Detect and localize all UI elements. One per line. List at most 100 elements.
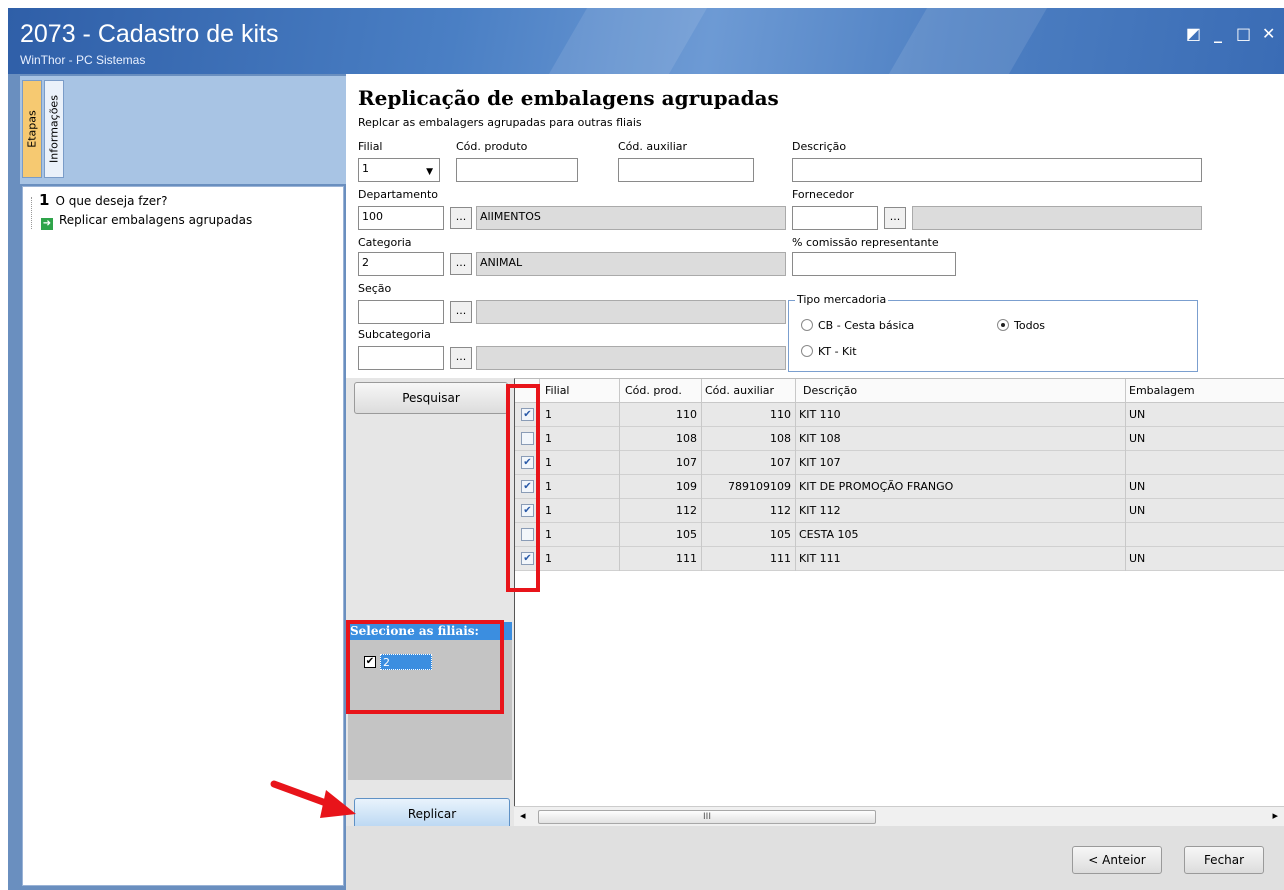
departamento-code-input[interactable]: 100: [358, 206, 444, 230]
tree-connector: [31, 197, 32, 229]
secao-code-input[interactable]: [358, 300, 444, 324]
cod-produto-input[interactable]: [456, 158, 578, 182]
tab-informacoes[interactable]: Informações: [44, 80, 64, 178]
cell-cod-auxiliar: 110: [770, 408, 791, 421]
radio-label: CB - Cesta básica: [818, 319, 915, 332]
column-separator: [701, 379, 702, 403]
step-number: 1: [39, 191, 50, 209]
column-header-cod-auxiliar[interactable]: Cód. auxiliar: [705, 384, 774, 397]
table-row[interactable]: 1 108 108 KIT 108 UN: [515, 427, 1284, 451]
column-separator: [795, 499, 796, 523]
anterior-button[interactable]: < Anteior: [1072, 846, 1162, 874]
cell-descricao: CESTA 105: [799, 528, 859, 541]
filial-label: Filial: [358, 140, 383, 153]
column-header-cod-prod[interactable]: Cód. prod.: [625, 384, 682, 397]
departamento-lookup-button[interactable]: ...: [450, 207, 472, 229]
app-title: 2073 - Cadastro de kits: [20, 20, 279, 48]
cell-descricao: KIT 111: [799, 552, 841, 565]
column-separator: [619, 379, 620, 403]
cell-filial: 1: [545, 504, 552, 517]
column-header-descricao[interactable]: Descrição: [803, 384, 857, 397]
filial-select[interactable]: 1 ▼: [358, 158, 440, 182]
chevron-down-icon: ▼: [426, 167, 433, 177]
subcategoria-code-input[interactable]: [358, 346, 444, 370]
departamento-label: Departamento: [358, 188, 439, 201]
scroll-right-icon[interactable]: ▸: [1272, 809, 1278, 822]
subcategoria-name-field: [476, 346, 786, 370]
column-header-embalagem[interactable]: Embalagem: [1129, 384, 1195, 397]
radio-kit[interactable]: KT - Kit: [801, 345, 857, 358]
secao-name-field: [476, 300, 786, 324]
fechar-button[interactable]: Fechar: [1184, 846, 1264, 874]
close-button[interactable]: ✕: [1262, 24, 1275, 43]
title-bar: 2073 - Cadastro de kits WinThor - PC Sis…: [8, 8, 1284, 74]
cell-filial: 1: [545, 528, 552, 541]
descricao-input[interactable]: [792, 158, 1202, 182]
tab-etapas[interactable]: Etapas: [22, 80, 42, 178]
subcategoria-lookup-button[interactable]: ...: [450, 347, 472, 369]
radio-circle-selected: [997, 319, 1009, 331]
fornecedor-name-field: [912, 206, 1202, 230]
categoria-code-input[interactable]: 2: [358, 252, 444, 276]
grid-header: Filial Cód. prod. Cód. auxiliar Descriçã…: [515, 379, 1284, 403]
step-2[interactable]: ➜ Replicar embalagens agrupadas: [41, 213, 252, 230]
cell-cod-auxiliar: 107: [770, 456, 791, 469]
cell-embalagem: UN: [1129, 504, 1146, 517]
highlight-filiais-box: [346, 620, 504, 714]
radio-label: KT - Kit: [818, 345, 857, 358]
comissao-input[interactable]: [792, 252, 956, 276]
step-label: Replicar embalagens agrupadas: [59, 213, 253, 227]
horizontal-scrollbar[interactable]: ◂ III ▸: [514, 806, 1284, 826]
scrollbar-thumb[interactable]: III: [538, 810, 876, 824]
column-separator: [795, 475, 796, 499]
descricao-label: Descrição: [792, 140, 847, 153]
table-row[interactable]: ✔ 1 109 789109109 KIT DE PROMOÇÃO FRANGO UN: [515, 475, 1284, 499]
step-1[interactable]: 1 O que deseja fzer?: [39, 191, 167, 209]
minimize-button[interactable]: _: [1214, 24, 1222, 43]
column-separator: [1125, 403, 1126, 427]
highlight-checkbox-column: [506, 384, 540, 592]
fornecedor-label: Fornecedor: [792, 188, 854, 201]
cell-descricao: KIT 110: [799, 408, 841, 421]
table-row[interactable]: ✔ 1 110 110 KIT 110 UN: [515, 403, 1284, 427]
page-subtitle: Replcar as embalagers agrupadas para out…: [358, 116, 642, 129]
categoria-name-field: ANIMAL: [476, 252, 786, 276]
page-title: Replicação de embalagens agrupadas: [358, 86, 779, 110]
cell-embalagem: UN: [1129, 552, 1146, 565]
secao-lookup-button[interactable]: ...: [450, 301, 472, 323]
column-separator: [795, 451, 796, 475]
radio-todos[interactable]: Todos: [997, 319, 1045, 332]
table-row[interactable]: 1 105 105 CESTA 105: [515, 523, 1284, 547]
cell-cod-prod: 109: [676, 480, 697, 493]
scroll-left-icon[interactable]: ◂: [520, 809, 526, 822]
maximize-button[interactable]: □: [1236, 24, 1251, 43]
departamento-name-field: AlIMENTOS: [476, 206, 786, 230]
cod-auxiliar-input[interactable]: [618, 158, 754, 182]
column-header-filial[interactable]: Filial: [545, 384, 570, 397]
fornecedor-code-input[interactable]: [792, 206, 878, 230]
red-arrow-icon: [270, 780, 356, 818]
fornecedor-lookup-button[interactable]: ...: [884, 207, 906, 229]
restore-icon[interactable]: ◩: [1186, 24, 1201, 43]
categoria-lookup-button[interactable]: ...: [450, 253, 472, 275]
cell-embalagem: UN: [1129, 480, 1146, 493]
table-row[interactable]: ✔ 1 107 107 KIT 107: [515, 451, 1284, 475]
categoria-label: Categoria: [358, 236, 412, 249]
products-grid: Filial Cód. prod. Cód. auxiliar Descriçã…: [514, 378, 1284, 830]
cell-cod-prod: 111: [676, 552, 697, 565]
cell-filial: 1: [545, 480, 552, 493]
column-separator: [1125, 499, 1126, 523]
table-row[interactable]: ✔ 1 112 112 KIT 112 UN: [515, 499, 1284, 523]
cell-cod-auxiliar: 108: [770, 432, 791, 445]
column-separator: [1125, 451, 1126, 475]
column-separator: [1125, 475, 1126, 499]
cell-cod-prod: 105: [676, 528, 697, 541]
secao-label: Seção: [358, 282, 392, 295]
pesquisar-button[interactable]: Pesquisar: [354, 382, 508, 414]
table-row[interactable]: ✔ 1 111 111 KIT 111 UN: [515, 547, 1284, 571]
radio-label: Todos: [1014, 319, 1046, 332]
arrow-right-icon: ➜: [41, 218, 53, 230]
cell-cod-auxiliar: 105: [770, 528, 791, 541]
cell-descricao: KIT 108: [799, 432, 841, 445]
radio-cesta-basica[interactable]: CB - Cesta básica: [801, 319, 914, 332]
